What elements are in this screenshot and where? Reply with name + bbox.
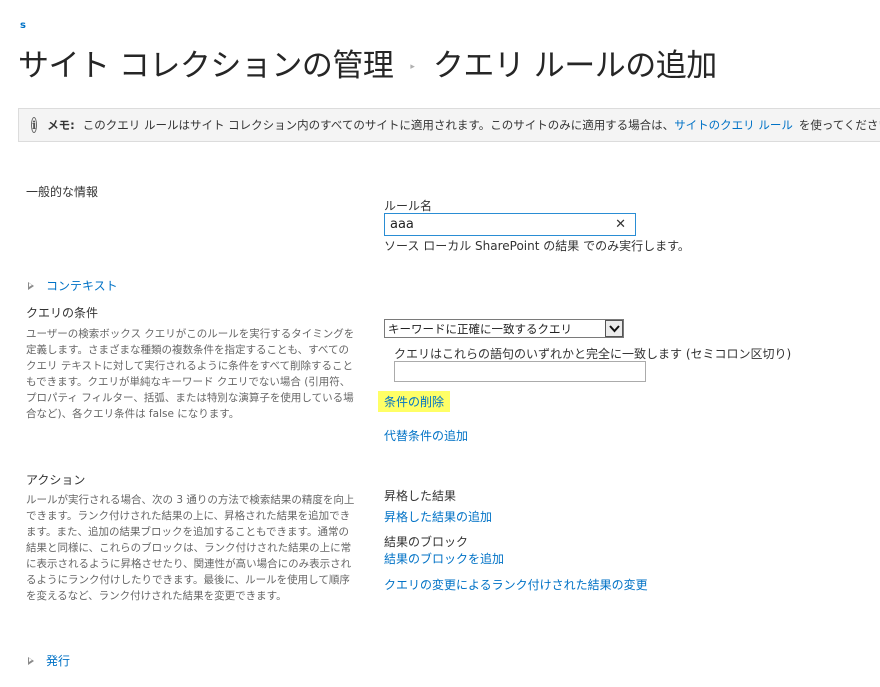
condition-type-value: キーワードに正確に一致するクエリ xyxy=(388,321,572,336)
page-title: サイト コレクションの管理 ▸ クエリ ルールの追加 xyxy=(18,40,717,84)
clear-icon[interactable]: ✕ xyxy=(615,217,626,232)
add-result-block-link[interactable]: 結果のブロックを追加 xyxy=(384,550,504,567)
query-conditions-title: クエリの条件 xyxy=(26,306,99,320)
breadcrumb-separator-icon: ▸ xyxy=(410,62,415,72)
remove-condition-link[interactable]: 条件の削除 xyxy=(378,391,451,412)
terms-label: クエリはこれらの語句のいずれかと完全に一致します (セミコロン区切り) xyxy=(394,347,792,361)
promoted-results-label: 昇格した結果 xyxy=(384,489,457,503)
chevron-down-icon[interactable] xyxy=(605,320,623,337)
note-text: このクエリ ルールはサイト コレクション内のすべてのサイトに適用されます。このサ… xyxy=(82,118,675,132)
result-blocks-label: 結果のブロック xyxy=(384,535,469,549)
add-alternate-condition-link[interactable]: 代替条件の追加 xyxy=(384,427,468,444)
rule-name-field[interactable]: ✕ xyxy=(384,213,636,236)
general-info-title: 一般的な情報 xyxy=(26,185,99,199)
site-logo[interactable]: s xyxy=(20,20,26,31)
breadcrumb-current-page: クエリ ルールの追加 xyxy=(432,47,717,84)
rule-name-label: ルール名 xyxy=(384,199,433,213)
source-text: ソース ローカル SharePoint の結果 でのみ実行します。 xyxy=(384,239,690,253)
change-ranked-results-link[interactable]: クエリの変更によるランク付けされた結果の変更 xyxy=(384,576,648,593)
condition-type-select[interactable]: キーワードに正確に一致するクエリ xyxy=(384,319,624,338)
publishing-link[interactable]: 発行 xyxy=(46,652,70,669)
context-expander[interactable]: コンテキスト xyxy=(28,277,118,294)
info-icon: i xyxy=(31,117,38,133)
note-label: メモ: xyxy=(47,118,75,132)
terms-input[interactable] xyxy=(394,361,646,382)
query-conditions-description: ユーザーの検索ボックス クエリがこのルールを実行するタイミングを定義します。さま… xyxy=(26,328,355,420)
expand-triangle-icon xyxy=(28,656,34,665)
site-query-rules-link[interactable]: サイトのクエリ ルール xyxy=(674,117,793,133)
add-promoted-result-link[interactable]: 昇格した結果の追加 xyxy=(384,508,492,525)
actions-description: ルールが実行される場合、次の 3 通りの方法で検索結果の精度を向上できます。ラン… xyxy=(26,494,355,602)
note-suffix: を使ってください。 xyxy=(798,118,880,132)
publishing-expander[interactable]: 発行 xyxy=(28,652,70,669)
expand-triangle-icon xyxy=(28,281,34,290)
breadcrumb-site-collection-admin[interactable]: サイト コレクションの管理 xyxy=(18,40,394,85)
context-link[interactable]: コンテキスト xyxy=(46,277,118,294)
note-bar: i メモ: このクエリ ルールはサイト コレクション内のすべてのサイトに適用され… xyxy=(18,108,880,142)
actions-title: アクション xyxy=(26,473,86,487)
rule-name-input[interactable] xyxy=(385,217,590,232)
